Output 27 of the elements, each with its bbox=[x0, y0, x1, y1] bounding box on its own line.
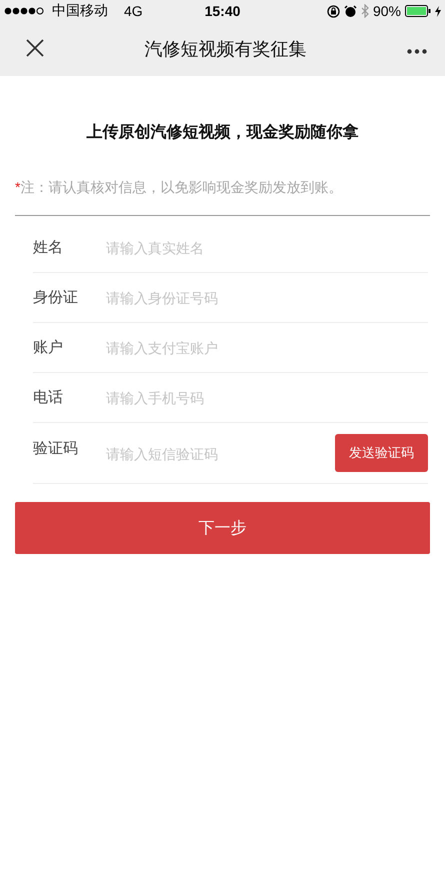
close-icon bbox=[26, 38, 44, 56]
input-field[interactable]: 请输入真实姓名 bbox=[106, 236, 428, 258]
input-field[interactable]: 请输入手机号码 bbox=[106, 386, 428, 408]
alarm-icon bbox=[344, 4, 357, 18]
network-type: 4G bbox=[124, 3, 143, 19]
headline: 上传原创汽修短视频，现金奖励随你拿 bbox=[86, 122, 360, 143]
charging-icon bbox=[435, 6, 441, 16]
battery-icon bbox=[405, 5, 431, 17]
next-button[interactable]: 下一步 bbox=[15, 502, 430, 554]
close-button[interactable] bbox=[26, 38, 44, 60]
field-label: 电话 bbox=[33, 388, 64, 407]
bluetooth-icon bbox=[360, 4, 369, 18]
input-field[interactable]: 请输入身份证号码 bbox=[106, 286, 428, 308]
clock-time: 15:40 bbox=[204, 3, 240, 19]
field-label: 账户 bbox=[33, 338, 64, 357]
notice-text: *注：请认真核对信息，以免影响现金奖励发放到账。 bbox=[15, 179, 430, 216]
input-field[interactable]: 请输入短信验证码 bbox=[106, 443, 335, 465]
more-icon bbox=[407, 48, 427, 54]
rotation-lock-icon bbox=[326, 4, 340, 18]
field-label: 姓名 bbox=[33, 238, 64, 257]
send-code-button[interactable]: 发送验证码 bbox=[335, 434, 428, 472]
page-title: 汽修短视频有奖征集 bbox=[144, 38, 306, 61]
battery-percent: 90% bbox=[372, 3, 401, 19]
field-label: 验证码 bbox=[33, 439, 79, 458]
input-field[interactable]: 请输入支付宝账户 bbox=[106, 336, 428, 358]
field-label: 身份证 bbox=[33, 288, 79, 307]
carrier-name: 中国移动 bbox=[52, 2, 108, 20]
